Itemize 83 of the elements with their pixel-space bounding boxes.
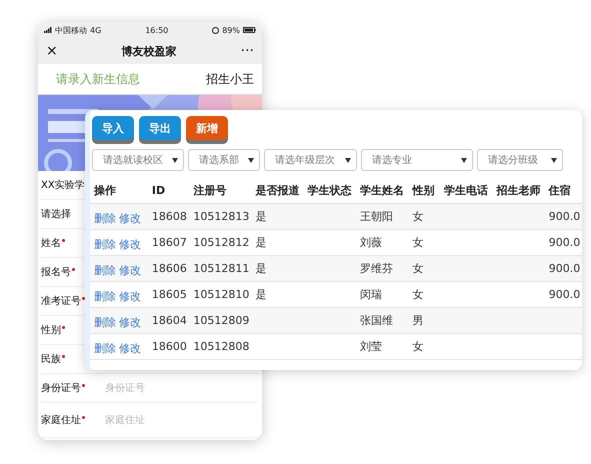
row-action-link[interactable]: 修改: [119, 238, 141, 251]
filter-select[interactable]: 请选就读校区: [92, 149, 184, 171]
table-cell: 900.0: [548, 262, 580, 275]
table-cell: 10512808: [193, 340, 250, 353]
battery-icon: [242, 27, 256, 33]
table-cell: 女: [412, 340, 424, 353]
row-action-link[interactable]: 修改: [119, 290, 141, 303]
row-action-link[interactable]: 删除: [94, 316, 116, 329]
table-cell: 10512812: [193, 236, 250, 249]
action-button[interactable]: 导入: [92, 116, 134, 140]
field-label: 身份证号: [41, 382, 81, 395]
table-cell: 18600: [152, 340, 187, 353]
close-button[interactable]: ×: [46, 44, 58, 58]
table-cell: 罗维芬: [360, 262, 394, 275]
row-action-link[interactable]: 修改: [119, 342, 141, 355]
select-placeholder: 请选系部: [199, 154, 239, 167]
filter-select[interactable]: 请选系部: [188, 149, 260, 171]
page-title: 博友校盈家: [122, 44, 177, 58]
table-cell: 女: [412, 288, 424, 301]
action-button[interactable]: 新增: [186, 116, 228, 140]
filter-select[interactable]: 请选专业: [361, 149, 473, 171]
row-action-link[interactable]: 删除: [94, 342, 116, 355]
network-text: 4G: [90, 26, 102, 34]
table-cell: 闵瑞: [360, 288, 382, 301]
table-cell: 18604: [152, 314, 187, 327]
caret-icon: [461, 158, 467, 162]
table-cell: 女: [412, 210, 424, 223]
action-button[interactable]: 导出: [139, 116, 181, 140]
filter-select[interactable]: 请选分班级: [477, 149, 563, 171]
field-label: 性别: [41, 324, 61, 337]
filter-select[interactable]: 请选年级层次: [264, 149, 357, 171]
table-cell: 900.0: [548, 288, 580, 301]
table-cell: 10512809: [193, 314, 250, 327]
row-action-link[interactable]: 删除: [94, 264, 116, 277]
table-cell: 女: [412, 262, 424, 275]
input-field[interactable]: 身份证号: [105, 382, 215, 394]
row-action-link[interactable]: 修改: [119, 212, 141, 225]
user-name: 招生小王: [206, 70, 254, 88]
table-cell: 女: [412, 236, 424, 249]
caret-icon: [248, 158, 254, 162]
select-placeholder: 请选年级层次: [275, 154, 335, 167]
table-cell: 刘薇: [360, 236, 382, 249]
select-placeholder: 请选就读校区: [103, 154, 163, 167]
select-placeholder: 请选分班级: [488, 154, 538, 167]
prompt-text: 请录入新生信息: [56, 70, 140, 88]
table-cell: 是: [255, 288, 266, 301]
carrier-text: 中国移动: [55, 24, 87, 36]
field-label: 家庭住址: [41, 414, 81, 427]
table-cell: 王朝阳: [360, 210, 394, 223]
table-cell: 18607: [152, 236, 187, 249]
caret-icon: [345, 158, 351, 162]
table-cell: 18608: [152, 210, 187, 223]
table-cell: 10512813: [193, 210, 250, 223]
select-placeholder: 请选专业: [372, 154, 412, 167]
table-cell: 是: [255, 236, 266, 249]
table-cell: 男: [412, 314, 424, 327]
table-cell: 18606: [152, 262, 187, 275]
caret-icon: [551, 158, 557, 162]
caret-icon: [172, 158, 178, 162]
table-cell: 900.0: [548, 210, 580, 223]
row-action-link[interactable]: 删除: [94, 212, 116, 225]
table-cell: 刘莹: [360, 340, 382, 353]
row-action-link[interactable]: 删除: [94, 290, 116, 303]
more-button[interactable]: ···: [240, 44, 254, 58]
table-cell: 18605: [152, 288, 187, 301]
row-action-link[interactable]: 修改: [119, 264, 141, 277]
field-label: 姓名: [41, 237, 61, 250]
field-label: 请选择: [41, 208, 71, 221]
table-cell: 900.0: [548, 236, 580, 249]
table-cell: 10512811: [193, 262, 250, 275]
clock-text: 16:50: [145, 26, 168, 34]
table-cell: 10512810: [193, 288, 250, 301]
row-action-link[interactable]: 删除: [94, 238, 116, 251]
signal-icon: [44, 27, 52, 33]
field-label: 民族: [41, 352, 61, 366]
table-cell: 是: [255, 262, 266, 275]
field-label: 准考证号: [41, 294, 81, 308]
field-label: 报名号: [41, 266, 71, 279]
field-label: XX实验学: [41, 178, 85, 192]
table-cell: 张国维: [360, 314, 394, 327]
table-cell: 是: [255, 210, 266, 223]
row-action-link[interactable]: 修改: [119, 316, 141, 329]
battery-text: 89%: [222, 26, 240, 34]
